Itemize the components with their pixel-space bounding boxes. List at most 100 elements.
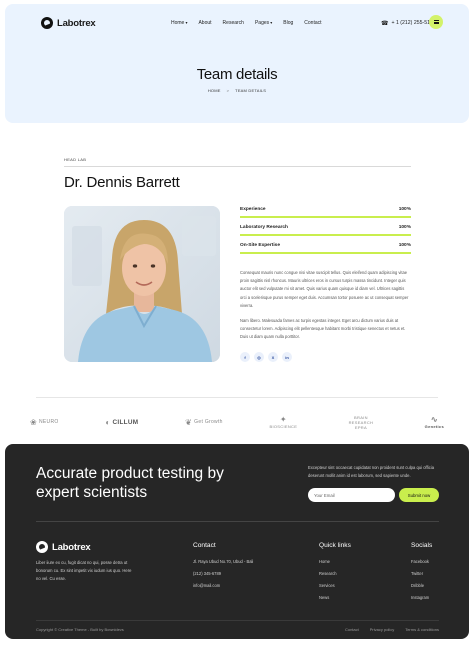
breadcrumb-home[interactable]: HOME xyxy=(208,88,221,93)
skill-bar-fill xyxy=(240,234,411,236)
member-name: Dr. Dennis Barrett xyxy=(64,174,180,191)
brand-name: CILLUM xyxy=(112,418,139,426)
circle-c-icon: ◐ xyxy=(105,417,111,427)
skill-value: 100% xyxy=(398,243,411,248)
leaf-icon: ❦ xyxy=(185,417,193,427)
logo-icon xyxy=(36,541,48,553)
bio-paragraph: Nam libero. Malesuada fames ac turpis eg… xyxy=(240,318,406,340)
facebook-icon[interactable]: f xyxy=(240,352,250,362)
skill-label: On-Site Expertise xyxy=(240,243,280,248)
member-role: HEAD LAB xyxy=(64,157,87,162)
skill-bar xyxy=(240,234,411,236)
nav-contact[interactable]: Contact xyxy=(304,20,321,26)
footer-link-home[interactable]: Home xyxy=(319,556,351,568)
divider xyxy=(36,521,439,522)
molecule-icon: ✦ xyxy=(279,415,287,424)
column-title: Quick links xyxy=(319,542,351,549)
brand-genetics-logo: ∿ Genetics xyxy=(425,415,444,429)
legal-link-contact[interactable]: Contact xyxy=(345,627,359,632)
newsletter-submit-button[interactable]: Submit now xyxy=(399,488,439,502)
brand-name: Get Growth xyxy=(194,419,223,425)
legal-links: Contact Privacy policy Terms & condition… xyxy=(345,627,439,632)
contact-email[interactable]: info@mail.com xyxy=(193,580,253,592)
skill-experience: Experience 100% xyxy=(240,207,411,225)
skill-bar-fill xyxy=(240,252,411,254)
brand-name: BRAIN RESEARCH EPRA xyxy=(348,414,374,430)
logo-text: Labotrex xyxy=(57,17,96,29)
top-navigation: Labotrex Home About Research Pages Blog … xyxy=(41,14,445,32)
hamburger-line xyxy=(433,23,439,25)
brain-icon: ❀ xyxy=(30,417,38,427)
logo-icon xyxy=(41,17,53,29)
contact-address: Jl. Raya Ubud No.70, Ubud - Bali xyxy=(193,559,254,564)
footer-about-text: Liber iiure ex cu, fugit dicat no qui, p… xyxy=(36,560,132,581)
instagram-icon[interactable]: ◎ xyxy=(254,352,264,362)
skills-list: Experience 100% Laboratory Research 100%… xyxy=(240,207,411,261)
hamburger-line xyxy=(433,21,439,23)
linkedin-icon[interactable]: in xyxy=(282,352,292,362)
hero-banner: Labotrex Home About Research Pages Blog … xyxy=(5,4,469,123)
footer-link-dribble[interactable]: Dribble xyxy=(411,580,432,592)
footer-logo[interactable]: Labotrex xyxy=(36,541,91,553)
footer-link-research[interactable]: Research xyxy=(319,568,351,580)
brand-name: Genetics xyxy=(424,424,444,429)
brand-neuro-logo: ❀ NEURO xyxy=(30,418,59,427)
skill-label: Experience xyxy=(240,207,266,212)
member-social-links: f ◎ X in xyxy=(240,352,292,362)
footer-quick-links-column: Quick links Home Research Services News xyxy=(319,542,351,604)
skill-onsite-expertise: On-Site Expertise 100% xyxy=(240,243,411,261)
nav-blog[interactable]: Blog xyxy=(283,20,293,26)
brand-bioscience-logo: ✦ BIOSCIENCE xyxy=(270,415,298,429)
divider xyxy=(64,166,411,167)
footer-link-instagram[interactable]: Instagram xyxy=(411,592,432,604)
page-title: Team details xyxy=(196,66,278,83)
footer-link-services[interactable]: Services xyxy=(319,580,351,592)
bio-paragraph: Consequat mauris nunc congue nisi vitae … xyxy=(240,270,409,308)
portrait-image xyxy=(64,206,220,362)
nav-about[interactable]: About xyxy=(198,20,211,26)
menu-toggle-button[interactable] xyxy=(429,15,443,29)
legal-link-terms[interactable]: Terms & conditions xyxy=(405,627,439,632)
footer-link-facebook[interactable]: Facebook xyxy=(411,556,432,568)
skill-value: 100% xyxy=(398,225,411,230)
skill-bar xyxy=(240,252,411,254)
footer-contact-column: Contact Jl. Raya Ubud No.70, Ubud - Bali… xyxy=(193,542,253,592)
column-title: Socials xyxy=(411,542,433,549)
logo-text: Labotrex xyxy=(52,541,91,553)
newsletter-email-input[interactable] xyxy=(308,488,395,502)
hamburger-icon xyxy=(433,19,439,21)
divider xyxy=(36,620,439,621)
dna-icon: ∿ xyxy=(430,415,438,424)
nav-pages[interactable]: Pages xyxy=(255,20,272,26)
phone-number: + 1 (212) 255-511 xyxy=(391,20,433,26)
skill-bar xyxy=(240,216,411,218)
brand-name: BIOSCIENCE xyxy=(269,424,298,429)
footer-link-twitter[interactable]: Twitter xyxy=(411,568,432,580)
breadcrumb-separator: > xyxy=(226,88,230,93)
partner-logos: ❀ NEURO ◐ CILLUM ❦ Get Growth ✦ BIOSCIENCE B… xyxy=(30,412,444,432)
contact-phone[interactable]: (212) 345-6789 xyxy=(193,568,253,580)
phone-link[interactable]: ☎ + 1 (212) 255-511 xyxy=(381,20,433,27)
skill-bar-fill xyxy=(240,216,411,218)
x-icon[interactable]: X xyxy=(268,352,278,362)
skill-value: 100% xyxy=(398,207,411,212)
nav-home[interactable]: Home xyxy=(171,20,187,26)
legal-link-privacy[interactable]: Privacy policy xyxy=(370,627,394,632)
brand-cillum-logo: ◐ CILLUM xyxy=(105,418,138,427)
breadcrumb-current: TEAM DETAILS xyxy=(235,88,267,93)
headset-icon: ☎ xyxy=(381,20,389,27)
main-menu: Home About Research Pages Blog Contact xyxy=(171,20,322,26)
footer-link-news[interactable]: News xyxy=(319,592,351,604)
column-title: Contact xyxy=(193,542,216,549)
copyright-text: Copyright © Creative Theme - Built by Bo… xyxy=(36,627,124,632)
brand-name: NEURO xyxy=(39,419,59,425)
footer-socials-column: Socials Facebook Twitter Dribble Instagr… xyxy=(411,542,432,604)
footer-cta-heading: Accurate product testing by expert scien… xyxy=(36,465,224,501)
brand-getgrowth-logo: ❦ Get Growth xyxy=(185,418,223,427)
nav-research[interactable]: Research xyxy=(223,20,244,26)
skill-laboratory-research: Laboratory Research 100% xyxy=(240,225,411,243)
site-logo[interactable]: Labotrex xyxy=(41,17,96,29)
site-footer: Accurate product testing by expert scien… xyxy=(5,444,469,639)
divider xyxy=(36,397,438,398)
skill-label: Laboratory Research xyxy=(240,225,288,230)
